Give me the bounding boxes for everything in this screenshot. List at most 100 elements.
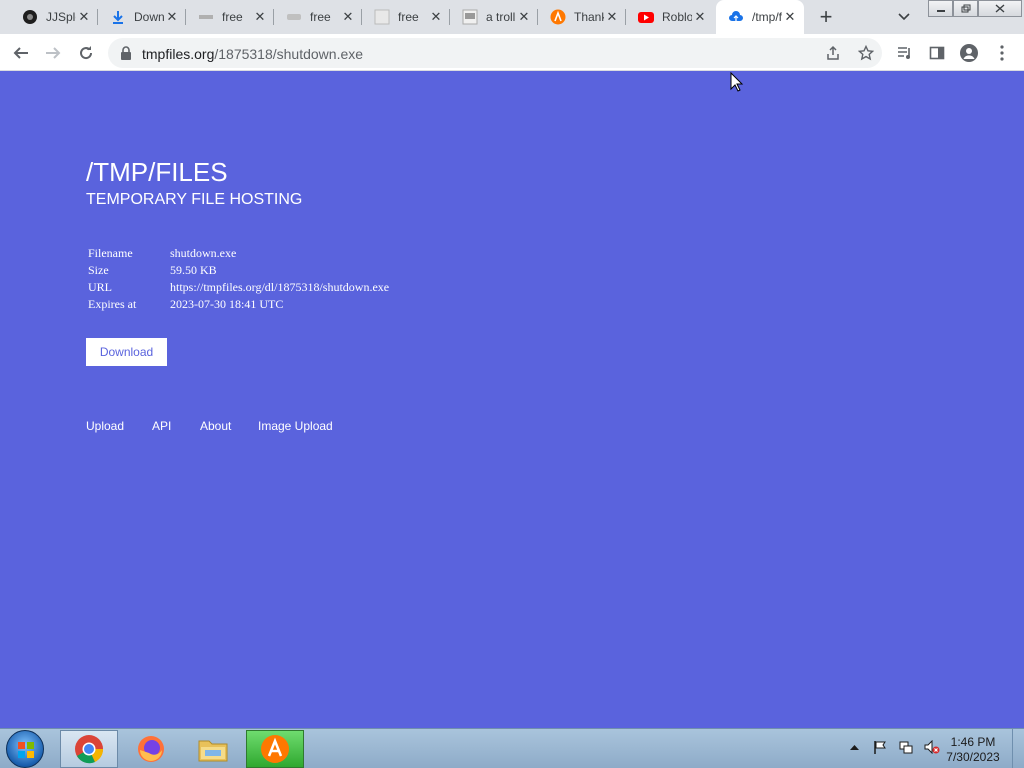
tab-free-3[interactable]: free ✕ (362, 0, 450, 34)
tab-jjsploit[interactable]: JJSploit ✕ (10, 0, 98, 34)
show-hidden-icons-icon[interactable] (846, 739, 862, 755)
reload-icon (80, 46, 93, 60)
mouse-cursor-icon (730, 72, 744, 92)
info-value-url[interactable]: https://tmpfiles.org/dl/1875318/shutdown… (170, 280, 389, 295)
tab-close-icon[interactable]: ✕ (164, 9, 180, 25)
tab-free-1[interactable]: free ✕ (186, 0, 274, 34)
chevron-down-icon[interactable] (894, 8, 914, 26)
download-icon (110, 9, 126, 25)
address-bar[interactable]: tmpfiles.org/1875318/shutdown.exe (108, 38, 882, 68)
show-desktop-button[interactable] (1012, 729, 1024, 768)
tab-strip: JJSploit ✕ Download ✕ free ✕ free ✕ free… (0, 0, 1024, 34)
reload-button[interactable] (73, 40, 99, 66)
info-value: 59.50 KB (170, 263, 217, 277)
profile-avatar-icon[interactable] (956, 40, 982, 66)
taskbar-chrome[interactable] (60, 730, 118, 768)
avast-icon (261, 735, 289, 763)
tab-download[interactable]: Download ✕ (98, 0, 186, 34)
clock-date: 7/30/2023 (946, 750, 1000, 764)
start-button[interactable] (6, 730, 44, 768)
url-text: tmpfiles.org/1875318/shutdown.exe (142, 46, 364, 62)
tab-close-icon[interactable]: ✕ (604, 9, 620, 25)
forward-button[interactable] (40, 40, 66, 66)
media-control-icon[interactable] (892, 40, 918, 66)
info-value: shutdown.exe (170, 246, 237, 260)
tab-free-2[interactable]: free ✕ (274, 0, 362, 34)
jjsploit-icon (22, 9, 38, 25)
footer-link-about[interactable]: About (200, 419, 231, 433)
tab-title: a troll (486, 10, 516, 24)
tab-title: free (222, 10, 243, 24)
firefox-icon (138, 736, 164, 762)
minimize-button[interactable] (928, 0, 953, 17)
network-icon[interactable] (898, 739, 914, 755)
tab-title: /tmp/files (752, 10, 782, 24)
tab-thanks[interactable]: Thanks ✕ (538, 0, 626, 34)
tab-close-icon[interactable]: ✕ (428, 9, 444, 25)
info-row-size: Size 59.50 KB (88, 262, 389, 279)
taskbar-file-explorer[interactable] (184, 730, 242, 768)
system-tray (846, 739, 940, 755)
close-window-button[interactable] (978, 0, 1022, 17)
info-label: Filename (88, 246, 133, 260)
page-title: /TMP/FILES (86, 157, 228, 187)
footer-link-image-upload[interactable]: Image Upload (258, 419, 333, 433)
tab-roblox[interactable]: Roblox ✕ (626, 0, 714, 34)
taskbar-avast[interactable] (246, 730, 304, 768)
thumbnail-icon (462, 9, 478, 25)
chrome-icon (75, 735, 104, 764)
info-row-filename: Filename shutdown.exe (88, 245, 389, 262)
menu-kebab-icon[interactable] (989, 40, 1015, 66)
new-tab-button[interactable]: + (814, 4, 838, 29)
tab-title: Download (134, 10, 164, 24)
tab-title: free (310, 10, 331, 24)
taskbar: 1:46 PM 7/30/2023 (0, 728, 1024, 768)
window-controls (928, 0, 1022, 18)
avast-icon (550, 9, 566, 25)
page-subtitle: TEMPORARY FILE HOSTING (86, 191, 303, 208)
tab-close-icon[interactable]: ✕ (76, 9, 92, 25)
taskbar-firefox[interactable] (122, 730, 180, 768)
info-label: Size (88, 263, 109, 277)
file-explorer-icon (198, 740, 228, 762)
lock-icon (121, 46, 131, 60)
arrow-left-icon (13, 47, 28, 59)
info-row-url: URL https://tmpfiles.org/dl/1875318/shut… (88, 279, 389, 296)
footer-link-upload[interactable]: Upload (86, 419, 124, 433)
youtube-icon (638, 9, 654, 25)
search-site-icon (374, 9, 390, 25)
tab-close-icon[interactable]: ✕ (782, 9, 798, 25)
side-panel-icon[interactable] (924, 40, 950, 66)
arrow-right-icon (46, 47, 61, 59)
upload-cloud-icon (728, 9, 744, 25)
tab-title: free (398, 10, 419, 24)
tab-close-icon[interactable]: ✕ (340, 9, 356, 25)
info-row-expires: Expires at 2023-07-30 18:41 UTC (88, 296, 389, 313)
info-label: Expires at (88, 297, 137, 311)
tab-tmpfiles[interactable]: /tmp/files ✕ (716, 0, 804, 34)
tab-title: Thanks (574, 10, 604, 24)
tab-title: Roblox (662, 10, 692, 24)
download-button[interactable]: Download (86, 338, 167, 366)
ios-icon (286, 9, 302, 25)
footer-link-api[interactable]: API (152, 419, 171, 433)
tab-close-icon[interactable]: ✕ (692, 9, 708, 25)
info-label: URL (88, 280, 112, 294)
site-icon (198, 9, 214, 25)
windows-logo-icon (18, 742, 34, 758)
action-center-flag-icon[interactable] (872, 739, 888, 755)
restore-button[interactable] (953, 0, 978, 17)
tab-close-icon[interactable]: ✕ (252, 9, 268, 25)
bookmark-star-icon[interactable] (856, 43, 876, 63)
back-button[interactable] (8, 40, 34, 66)
volume-muted-icon[interactable] (924, 739, 940, 755)
taskbar-clock[interactable]: 1:46 PM 7/30/2023 (940, 735, 1006, 765)
tab-title: JJSploit (46, 10, 76, 24)
tab-troll[interactable]: a troll ✕ (450, 0, 538, 34)
file-info-table: Filename shutdown.exe Size 59.50 KB URL … (88, 245, 389, 313)
tab-close-icon[interactable]: ✕ (516, 9, 532, 25)
browser-toolbar: tmpfiles.org/1875318/shutdown.exe (0, 34, 1024, 71)
clock-time: 1:46 PM (950, 735, 996, 749)
info-value: 2023-07-30 18:41 UTC (170, 297, 284, 311)
share-icon[interactable] (823, 43, 843, 63)
